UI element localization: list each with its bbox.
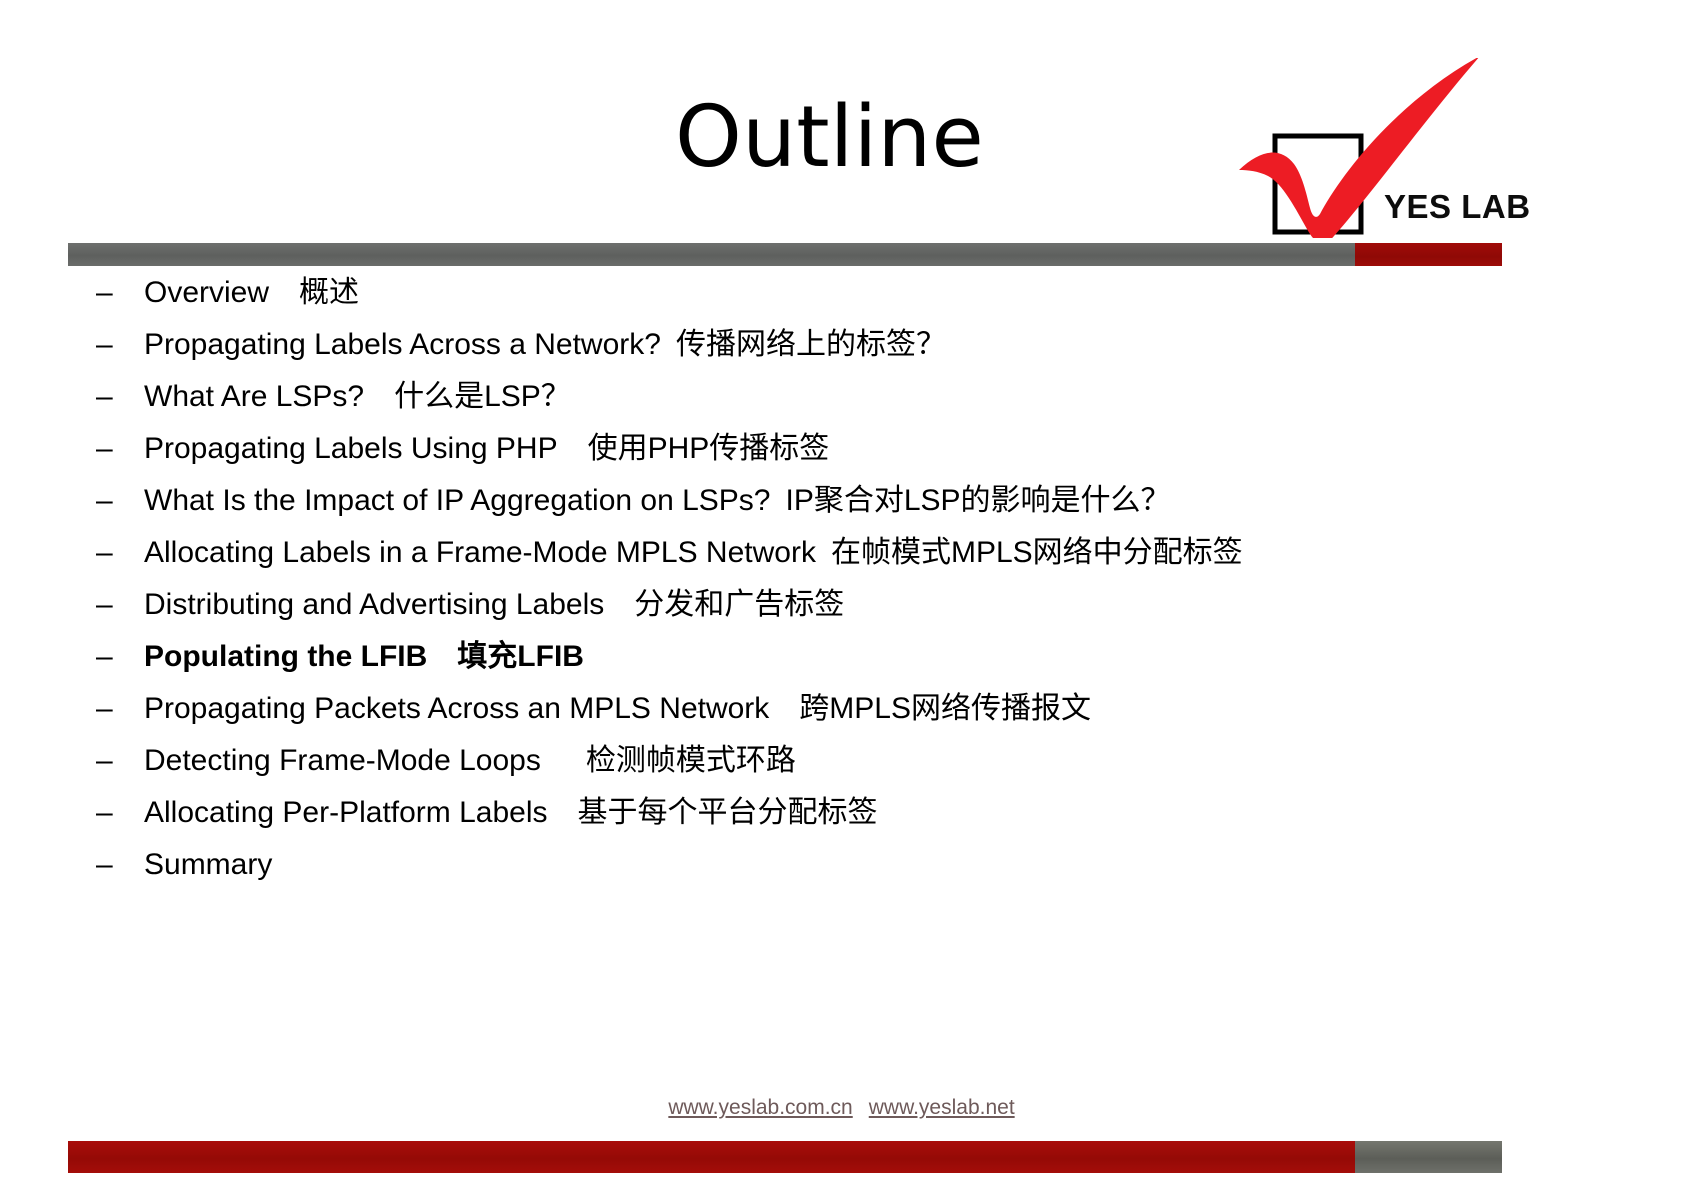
header-bar-gray-segment [68, 243, 1355, 266]
list-item: – Allocating Per-Platform Labels 基于每个平台分… [96, 798, 1596, 850]
footer-links: www.yeslab.com.cn www.yeslab.net [0, 1096, 1683, 1120]
list-item: – Populating the LFIB 填充LFIB [96, 642, 1596, 694]
list-dash-icon: – [96, 380, 113, 413]
list-item-label: Propagating Labels Across a Network? 传播网… [144, 328, 946, 361]
list-item-label: Distributing and Advertising Labels 分发和广… [144, 588, 845, 621]
list-dash-icon: – [96, 692, 113, 725]
list-item-label: Propagating Labels Using PHP 使用PHP传播标签 [144, 432, 830, 465]
list-item-label: Overview 概述 [144, 276, 360, 309]
footer-bar-red-segment [68, 1141, 1355, 1173]
list-item: – Propagating Packets Across an MPLS Net… [96, 694, 1596, 746]
list-dash-icon: – [96, 432, 113, 465]
list-item-label: Summary [144, 848, 273, 881]
yes-lab-logo: YES LAB [1228, 58, 1531, 238]
list-dash-icon: – [96, 640, 113, 673]
list-dash-icon: – [96, 796, 113, 829]
list-item-label: Populating the LFIB 填充LFIB [144, 640, 584, 673]
header-bar-red-segment [1355, 243, 1502, 266]
list-item-label: Propagating Packets Across an MPLS Netwo… [144, 692, 1091, 725]
list-dash-icon: – [96, 276, 113, 309]
list-item: – What Are LSPs? 什么是LSP？ [96, 382, 1596, 434]
list-dash-icon: – [96, 588, 113, 621]
list-item-label: Allocating Labels in a Frame-Mode MPLS N… [144, 536, 1243, 569]
list-item: – Detecting Frame-Mode Loops 检测帧模式环路 [96, 746, 1596, 798]
list-item-label: What Are LSPs? 什么是LSP？ [144, 380, 571, 413]
list-dash-icon: – [96, 328, 113, 361]
list-item-label: What Is the Impact of IP Aggregation on … [144, 484, 1171, 517]
header-divider-bar [68, 243, 1502, 266]
footer-bar-gray-segment [1355, 1141, 1502, 1173]
list-item: – Propagating Labels Using PHP 使用PHP传播标签 [96, 434, 1596, 486]
list-item-label: Detecting Frame-Mode Loops 检测帧模式环路 [144, 744, 796, 777]
list-dash-icon: – [96, 536, 113, 569]
page-title: Outline [675, 87, 984, 187]
list-item: – Overview 概述 [96, 278, 1596, 330]
list-item: – Summary [96, 850, 1596, 902]
slide-canvas: Outline YES LAB – Overview 概述 – Propagat… [0, 0, 1683, 1190]
list-dash-icon: – [96, 484, 113, 517]
footer-link-yeslab-net[interactable]: www.yeslab.net [869, 1096, 1015, 1119]
list-item: – Distributing and Advertising Labels 分发… [96, 590, 1596, 642]
list-item: – Propagating Labels Across a Network? 传… [96, 330, 1596, 382]
list-item: – What Is the Impact of IP Aggregation o… [96, 486, 1596, 538]
outline-list: – Overview 概述 – Propagating Labels Acros… [96, 278, 1596, 902]
footer-divider-bar [68, 1141, 1502, 1173]
list-dash-icon: – [96, 744, 113, 777]
list-item-label: Allocating Per-Platform Labels 基于每个平台分配标… [144, 796, 878, 829]
list-dash-icon: – [96, 848, 113, 881]
logo-brand-text: YES LAB [1384, 188, 1531, 225]
footer-link-yeslab-com-cn[interactable]: www.yeslab.com.cn [668, 1096, 852, 1119]
list-item: – Allocating Labels in a Frame-Mode MPLS… [96, 538, 1596, 590]
